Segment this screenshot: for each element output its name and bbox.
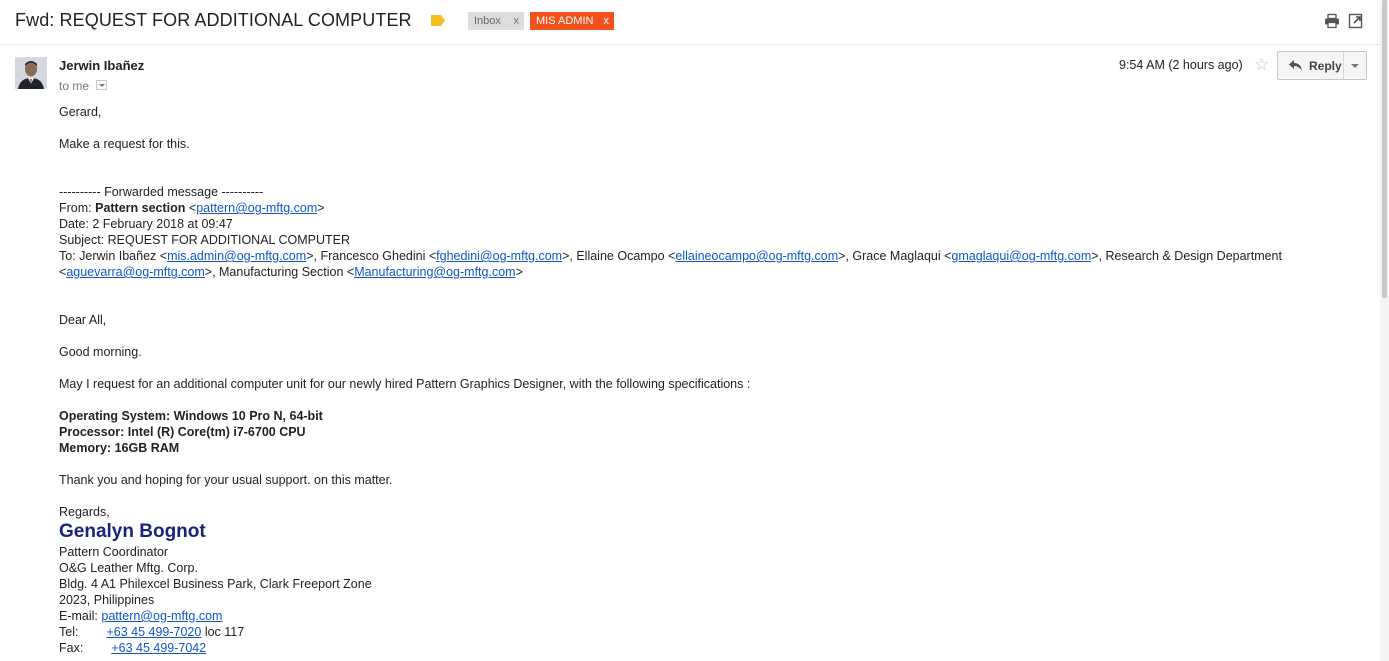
body-text: Good morning.	[59, 345, 142, 359]
forwarded-from: From: Pattern section <pattern@og-mftg.c…	[59, 201, 325, 215]
forwarded-date: Date: 2 February 2018 at 09:47	[59, 217, 233, 231]
new-window-icon[interactable]	[1348, 13, 1364, 29]
email-link[interactable]: Manufacturing@og-mftg.com	[354, 265, 515, 279]
email-link[interactable]: fghedini@og-mftg.com	[436, 249, 562, 263]
signature-tel-line: Tel: +63 45 499-7020 loc 117	[59, 624, 1359, 640]
greeting-text: Gerard,	[59, 105, 102, 119]
recipient-name: Francesco Ghedini	[320, 249, 426, 263]
from-name: Pattern section	[95, 201, 186, 215]
signature-name: Genalyn Bognot	[59, 521, 206, 542]
forwarded-to: To: Jerwin Ibañez <mis.admin@og-mftg.com…	[59, 249, 1282, 279]
avatar[interactable]	[15, 57, 47, 89]
signature-title: Pattern Coordinator	[59, 545, 169, 559]
signature-fax-line: Fax: +63 45 499-7042	[59, 640, 1359, 656]
body-text: May I request for an additional computer…	[59, 377, 751, 391]
label-chip-mis-admin[interactable]: MIS ADMIN x	[530, 12, 614, 30]
recipient-name: Manufacturing Section	[219, 265, 344, 279]
label-chip-text: MIS ADMIN	[536, 15, 594, 27]
body-text: Dear All,	[59, 313, 107, 327]
recipient-name: Grace Maglaqui	[852, 249, 941, 263]
recipient-name: Jerwin Ibañez	[79, 249, 157, 263]
print-icon[interactable]	[1324, 13, 1340, 29]
label-chip-text: Inbox	[474, 15, 501, 27]
more-actions-dropdown[interactable]	[1344, 52, 1366, 79]
signature-address: Bldg. 4 A1 Philexcel Business Park, Clar…	[59, 577, 372, 591]
reply-button-group: Reply	[1277, 51, 1367, 80]
remove-label-mis-admin-button[interactable]: x	[604, 12, 610, 30]
avatar-photo	[15, 57, 47, 89]
reply-arrow-icon	[1289, 60, 1302, 71]
tel-label: Tel:	[59, 625, 79, 639]
tel-extension: loc 117	[204, 625, 245, 639]
show-details-dropdown[interactable]	[96, 80, 107, 90]
email-link[interactable]: pattern@og-mftg.com	[196, 201, 317, 215]
email-label: E-mail:	[59, 609, 98, 623]
forwarded-header: ---------- Forwarded message ----------	[59, 185, 264, 199]
email-link[interactable]: aguevarra@og-mftg.com	[66, 265, 204, 279]
email-link[interactable]: mis.admin@og-mftg.com	[167, 249, 306, 263]
signature-email-line: E-mail: pattern@og-mftg.com	[59, 608, 1359, 624]
to-label: To:	[59, 249, 80, 263]
forwarded-subject: Subject: REQUEST FOR ADDITIONAL COMPUTER	[59, 233, 351, 247]
scrollbar-thumb[interactable]	[1382, 0, 1387, 298]
signature-company: O&G Leather Mftg. Corp.	[59, 561, 198, 575]
fax-label: Fax:	[59, 641, 84, 655]
spec-item: Processor: Intel (R) Core(tm) i7-6700 CP…	[59, 425, 306, 439]
message-body: Gerard, Make a request for this. -------…	[59, 104, 1359, 656]
email-link[interactable]: pattern@og-mftg.com	[101, 609, 222, 623]
body-text: Regards,	[59, 505, 110, 519]
signature-address: 2023, Philippines	[59, 593, 155, 607]
subject-bar: Fwd: REQUEST FOR ADDITIONAL COMPUTER Inb…	[0, 0, 1380, 45]
star-icon[interactable]: ☆	[1254, 55, 1269, 75]
scrollbar[interactable]	[1380, 0, 1389, 661]
label-chip-inbox[interactable]: Inbox x	[468, 12, 524, 30]
from-label: From:	[59, 201, 96, 215]
body-text: Thank you and hoping for your usual supp…	[59, 473, 393, 487]
remove-label-inbox-button[interactable]: x	[514, 12, 520, 30]
message-timestamp: 9:54 AM (2 hours ago)	[1119, 58, 1243, 72]
email-subject-title: Fwd: REQUEST FOR ADDITIONAL COMPUTER	[15, 10, 412, 30]
phone-link[interactable]: +63 45 499-7020	[106, 625, 201, 639]
recipient-name: Ellaine Ocampo	[576, 249, 665, 263]
sender-name[interactable]: Jerwin Ibañez	[59, 58, 144, 73]
phone-link[interactable]: +63 45 499-7042	[111, 641, 206, 655]
spec-item: Memory: 16GB RAM	[59, 441, 180, 455]
recipient-name: Research & Design Department	[1105, 249, 1282, 263]
reply-label: Reply	[1309, 59, 1342, 73]
spec-item: Operating System: Windows 10 Pro N, 64-b…	[59, 409, 323, 423]
body-text: Make a request for this.	[59, 137, 190, 151]
email-link[interactable]: gmaglaqui@og-mftg.com	[951, 249, 1091, 263]
label-tag-icon[interactable]	[431, 15, 445, 26]
reply-button[interactable]: Reply	[1278, 52, 1344, 79]
email-link[interactable]: ellaineocampo@og-mftg.com	[675, 249, 838, 263]
recipient-summary: to me	[59, 79, 90, 93]
